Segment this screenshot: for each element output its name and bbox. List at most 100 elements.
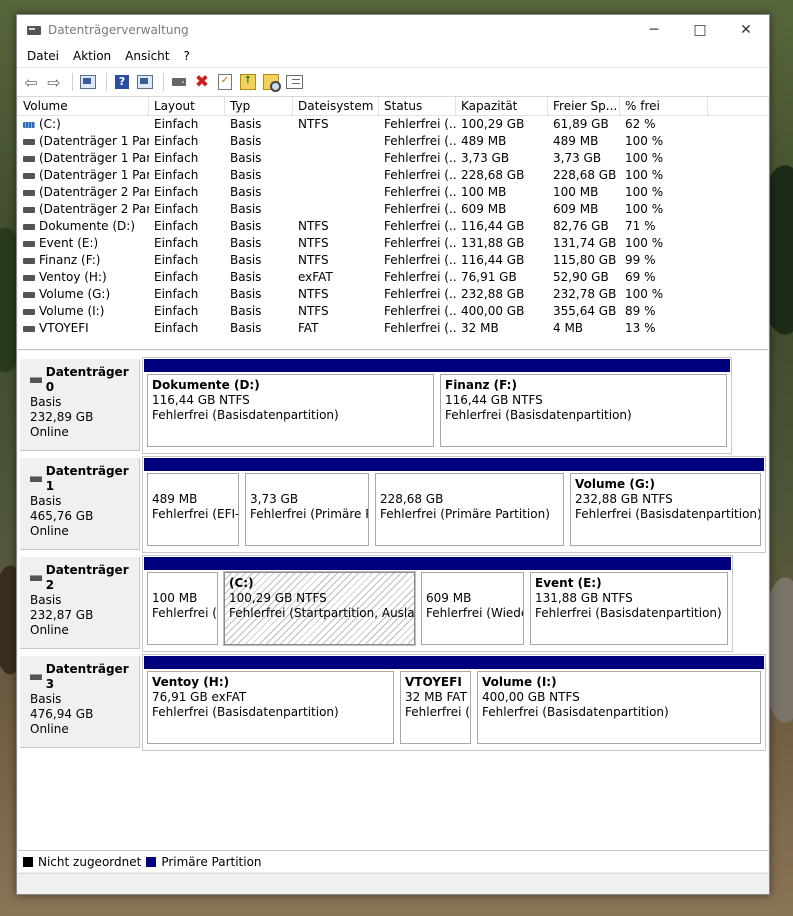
cell-layout: Einfach	[154, 236, 199, 250]
cell-fs: NTFS	[298, 236, 329, 250]
partition[interactable]: Event (E:) 131,88 GB NTFS Fehlerfrei (Basi…	[527, 557, 731, 650]
cell-free: 228,68 GB	[553, 168, 617, 182]
partition-type-bar	[221, 557, 418, 570]
partition[interactable]: Volume (I:) 400,00 GB NTFS Fehlerfrei (Bas…	[474, 656, 764, 749]
properties-icon[interactable]	[135, 72, 155, 92]
check-icon[interactable]: ✓	[215, 72, 235, 92]
connect-drive-icon[interactable]	[169, 72, 189, 92]
partition[interactable]: Volume (G:) 232,88 GB NTFS Fehlerfrei (Bas…	[567, 458, 764, 551]
disk-info[interactable]: Datenträger 3 Basis 476,94 GB Online	[20, 656, 140, 748]
partition-name: VTOYEFI	[405, 675, 462, 689]
table-row[interactable]: VTOYEFI Einfach Basis FAT Fehlerfrei (... 32 …	[18, 320, 768, 337]
partition-body[interactable]: Event (E:) 131,88 GB NTFS Fehlerfrei (Basi…	[530, 572, 728, 645]
cell-status: Fehlerfrei (...	[384, 117, 456, 131]
table-row[interactable]: Event (E:) Einfach Basis NTFS Fehlerfrei (..…	[18, 235, 768, 252]
disk-info[interactable]: Datenträger 0 Basis 232,89 GB Online	[20, 359, 140, 451]
disk-state: Online	[30, 524, 69, 538]
help-icon[interactable]: ?	[112, 72, 132, 92]
partition[interactable]: 489 MB Fehlerfrei (EFI-S	[144, 458, 242, 551]
forward-arrow-icon[interactable]: ⇨	[44, 72, 64, 92]
table-row[interactable]: (Datenträger 1 Par... Einfach Basis Fehlerf…	[18, 167, 768, 184]
legend-label-primary: Primäre Partition	[161, 854, 262, 869]
cell-pct: 99 %	[625, 253, 656, 267]
partition-body[interactable]: 228,68 GB Fehlerfrei (Primäre Partition)	[375, 473, 564, 546]
disk-name-label: Datenträger 1	[45, 464, 129, 493]
disk-icon	[30, 377, 42, 383]
minimize-button[interactable]: ─	[631, 15, 677, 45]
cell-free: 115,80 GB	[553, 253, 617, 267]
partition-body[interactable]: 489 MB Fehlerfrei (EFI-S	[147, 473, 239, 546]
partition-body[interactable]: Ventoy (H:) 76,91 GB exFAT Fehlerfrei (Bas…	[147, 671, 394, 744]
table-row[interactable]: (C:) Einfach Basis NTFS Fehlerfrei (... 100,2…	[18, 116, 768, 133]
column-header-status[interactable]: Status	[379, 97, 456, 115]
partition-body[interactable]: 100 MB Fehlerfrei (E	[147, 572, 218, 645]
cell-cap: 32 MB	[461, 321, 499, 335]
volume-icon	[23, 189, 35, 196]
column-header-dateisystem[interactable]: Dateisystem	[293, 97, 379, 115]
table-row[interactable]: Volume (G:) Einfach Basis NTFS Fehlerfrei (.…	[18, 286, 768, 303]
menu-aktion[interactable]: Aktion	[66, 49, 118, 63]
partition-body[interactable]: 609 MB Fehlerfrei (Wieder	[421, 572, 524, 645]
table-row[interactable]: (Datenträger 2 Par... Einfach Basis Fehlerf…	[18, 184, 768, 201]
partition-body[interactable]: Dokumente (D:) 116,44 GB NTFS Fehlerfrei (…	[147, 374, 434, 447]
column-header-typ[interactable]: Typ	[225, 97, 293, 115]
partition-body[interactable]: Finanz (F:) 116,44 GB NTFS Fehlerfrei (Bas…	[440, 374, 727, 447]
partition[interactable]: VTOYEFI 32 MB FAT Fehlerfrei (B	[397, 656, 474, 749]
partition-body[interactable]: VTOYEFI 32 MB FAT Fehlerfrei (B	[400, 671, 471, 744]
menu-ansicht[interactable]: Ansicht	[118, 49, 176, 63]
cell-free: 131,74 GB	[553, 236, 617, 250]
partition[interactable]: Dokumente (D:) 116,44 GB NTFS Fehlerfrei (…	[144, 359, 437, 452]
disk-name-label: Datenträger 2	[45, 563, 129, 592]
partition[interactable]: (C:) 100,29 GB NTFS Fehlerfrei (Startparti…	[221, 557, 418, 650]
back-arrow-icon[interactable]: ⇦	[21, 72, 41, 92]
menu-help[interactable]: ?	[176, 49, 196, 63]
table-row[interactable]: (Datenträger 1 Par... Einfach Basis Fehlerf…	[18, 150, 768, 167]
table-row[interactable]: Dokumente (D:) Einfach Basis NTFS Fehlerfrei…	[18, 218, 768, 235]
partition-status: Fehlerfrei (Wieder	[426, 606, 524, 620]
delete-icon[interactable]: ✖	[192, 72, 212, 92]
cell-volume: (Datenträger 1 Par...	[18, 150, 149, 167]
table-row[interactable]: Finanz (F:) Einfach Basis NTFS Fehlerfrei (.…	[18, 252, 768, 269]
partition-status: Fehlerfrei (Basisdatenpartition)	[575, 507, 761, 521]
table-row[interactable]: (Datenträger 1 Par... Einfach Basis Fehlerf…	[18, 133, 768, 150]
partition-body[interactable]: Volume (G:) 232,88 GB NTFS Fehlerfrei (Bas…	[570, 473, 761, 546]
up-folder-icon[interactable]: ↑	[238, 72, 258, 92]
disk-info[interactable]: Datenträger 1 Basis 465,76 GB Online	[20, 458, 140, 550]
console-tree-icon[interactable]	[78, 72, 98, 92]
disk-info[interactable]: Datenträger 2 Basis 232,87 GB Online	[20, 557, 140, 649]
volume-icon	[23, 240, 35, 247]
partition[interactable]: 609 MB Fehlerfrei (Wieder	[418, 557, 527, 650]
cell-volume: (Datenträger 2 Par...	[18, 201, 149, 218]
partition[interactable]: 228,68 GB Fehlerfrei (Primäre Partition)	[372, 458, 567, 551]
column-header-layout[interactable]: Layout	[149, 97, 225, 115]
menu-datei[interactable]: Datei	[20, 49, 66, 63]
maximize-button[interactable]: □	[677, 15, 723, 45]
cell-fs: FAT	[298, 321, 319, 335]
table-row[interactable]: Volume (I:) Einfach Basis NTFS Fehlerfrei (.…	[18, 303, 768, 320]
cell-typ: Basis	[230, 321, 262, 335]
table-row[interactable]: (Datenträger 2 Par... Einfach Basis Fehlerf…	[18, 201, 768, 218]
partition[interactable]: Finanz (F:) 116,44 GB NTFS Fehlerfrei (Bas…	[437, 359, 730, 452]
column-header-freier-speicher[interactable]: Freier Sp...	[548, 97, 620, 115]
partition-name: Ventoy (H:)	[152, 675, 230, 689]
volume-icon	[23, 257, 35, 264]
table-row[interactable]: Ventoy (H:) Einfach Basis exFAT Fehlerfrei (…	[18, 269, 768, 286]
volume-icon	[23, 223, 35, 230]
cell-pct: 100 %	[625, 134, 664, 148]
list-view-icon[interactable]	[284, 72, 304, 92]
search-folder-icon[interactable]	[261, 72, 281, 92]
partition-size: 232,88 GB NTFS	[575, 492, 673, 506]
column-header-kapazitaet[interactable]: Kapazität	[456, 97, 548, 115]
column-header-prozent-frei[interactable]: % frei	[620, 97, 708, 115]
partition[interactable]: Ventoy (H:) 76,91 GB exFAT Fehlerfrei (Bas…	[144, 656, 397, 749]
partition-body[interactable]: (C:) 100,29 GB NTFS Fehlerfrei (Startparti…	[223, 571, 416, 646]
disk-row: Datenträger 2 Basis 232,87 GB Online 100 MB F…	[18, 553, 768, 652]
partition[interactable]: 3,73 GB Fehlerfrei (Primäre Pa	[242, 458, 372, 551]
cell-status: Fehlerfrei (...	[384, 151, 456, 165]
column-header-volume[interactable]: Volume	[18, 97, 149, 115]
partition[interactable]: 100 MB Fehlerfrei (E	[144, 557, 221, 650]
partition-body[interactable]: Volume (I:) 400,00 GB NTFS Fehlerfrei (Bas…	[477, 671, 761, 744]
volume-name: VTOYEFI	[39, 321, 89, 335]
close-button[interactable]: ✕	[723, 15, 769, 45]
partition-body[interactable]: 3,73 GB Fehlerfrei (Primäre Pa	[245, 473, 369, 546]
